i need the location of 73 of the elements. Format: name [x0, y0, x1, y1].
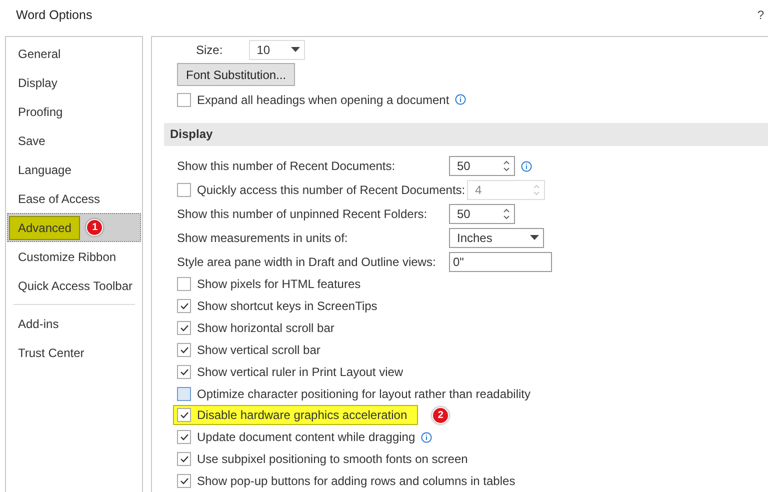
sidebar-item[interactable]: Language	[7, 155, 141, 184]
checkmark-icon	[180, 324, 188, 332]
option-label: Optimize character positioning for layout rather than readability	[197, 386, 531, 401]
sidebar-item[interactable]: Proofing	[7, 97, 141, 126]
number-field[interactable]: 50	[449, 156, 515, 176]
sidebar-item[interactable]: Advanced 1	[7, 213, 141, 242]
checkmark-icon	[180, 476, 188, 485]
checkmark-icon	[180, 411, 188, 420]
sidebar-item[interactable]: Save	[7, 126, 141, 155]
option-label: Show this number of Recent Documents:	[177, 159, 396, 174]
checkbox[interactable]	[177, 277, 191, 292]
spinner-icon[interactable]	[503, 159, 510, 174]
number-field[interactable]: 50	[449, 204, 515, 224]
option-label: Show pixels for HTML features	[197, 277, 361, 292]
sidebar-label: Language	[18, 162, 72, 176]
sidebar-item[interactable]: Quick Access Toolbar	[7, 271, 141, 300]
checkbox[interactable]	[177, 92, 191, 107]
sidebar-label: Save	[18, 134, 46, 148]
option-label: Show measurements in units of:	[177, 230, 349, 245]
size-dropdown[interactable]: 10	[248, 40, 305, 60]
sidebar-item[interactable]: Customize Ribbon	[7, 242, 141, 271]
sidebar-item[interactable]: Trust Center	[7, 338, 141, 367]
checkbox[interactable]	[177, 386, 191, 401]
sidebar-item[interactable]: Display	[7, 68, 141, 97]
checkmark-icon	[180, 346, 188, 354]
checkmark-icon	[180, 302, 188, 310]
sidebar-label: Trust Center	[18, 346, 84, 360]
checkmark-icon	[180, 433, 188, 442]
checkbox[interactable]	[177, 364, 191, 379]
option-label: Disable hardware graphics acceleration	[197, 408, 408, 422]
checkmark-icon	[180, 455, 188, 464]
section-title: Display	[170, 127, 213, 142]
option-label: Show this number of unpinned Recent Folders:	[177, 206, 428, 221]
width-field[interactable]: 0"	[449, 252, 552, 272]
sidebar-label: Display	[18, 76, 58, 90]
checkmark-icon	[180, 368, 188, 376]
units-dropdown[interactable]: Inches	[449, 228, 544, 248]
sidebar-label: Advanced	[9, 216, 80, 240]
sidebar-label: General	[18, 46, 61, 60]
option-label: Show shortcut keys in ScreenTips	[197, 299, 378, 314]
option-label: Quickly access this number of Recent Documents:	[197, 183, 466, 198]
option-label: Use subpixel positioning to smooth fonts on screen	[197, 452, 468, 466]
caret-icon	[530, 235, 539, 240]
step-badge: 2	[432, 406, 450, 424]
option-label: Update document content while dragging	[197, 430, 416, 444]
sidebar-label: Quick Access Toolbar	[18, 278, 132, 292]
checkbox[interactable]	[177, 299, 191, 314]
sidebar-label: Ease of Access	[18, 192, 100, 206]
step-badge: 1	[86, 219, 104, 236]
option-label: Show horizontal scroll bar	[197, 321, 334, 336]
sidebar-item[interactable]: Add-ins	[7, 309, 141, 338]
option-label: Style area pane width in Draft and Outline views:	[177, 254, 437, 269]
size-label: Size:	[196, 42, 223, 57]
font-substitution-button[interactable]: Font Substitution...	[177, 63, 296, 86]
sidebar-item[interactable]: Ease of Access	[7, 184, 141, 213]
sidebar-item[interactable]: General	[7, 39, 141, 68]
sidebar-label: Add-ins	[18, 316, 59, 330]
checkbox[interactable]	[177, 321, 191, 336]
checkbox[interactable]	[177, 452, 191, 466]
sidebar-label: Proofing	[18, 104, 63, 118]
option-label: Show vertical scroll bar	[197, 342, 320, 357]
checkbox[interactable]	[177, 474, 191, 488]
option-label: Show pop-up buttons for adding rows and columns in tables	[197, 474, 516, 488]
checkbox[interactable]	[177, 408, 191, 422]
checkbox[interactable]	[177, 430, 191, 444]
caret-icon	[290, 47, 300, 52]
option-label: Show vertical ruler in Print Layout view	[197, 364, 404, 379]
window-title: Word Options	[16, 8, 92, 22]
option-label: Expand all headings when opening a document	[197, 92, 450, 107]
spinner-icon[interactable]	[503, 206, 510, 221]
help-button[interactable]: ?	[757, 8, 764, 22]
sidebar-label: Customize Ribbon	[18, 250, 116, 264]
checkbox[interactable]	[177, 342, 191, 357]
